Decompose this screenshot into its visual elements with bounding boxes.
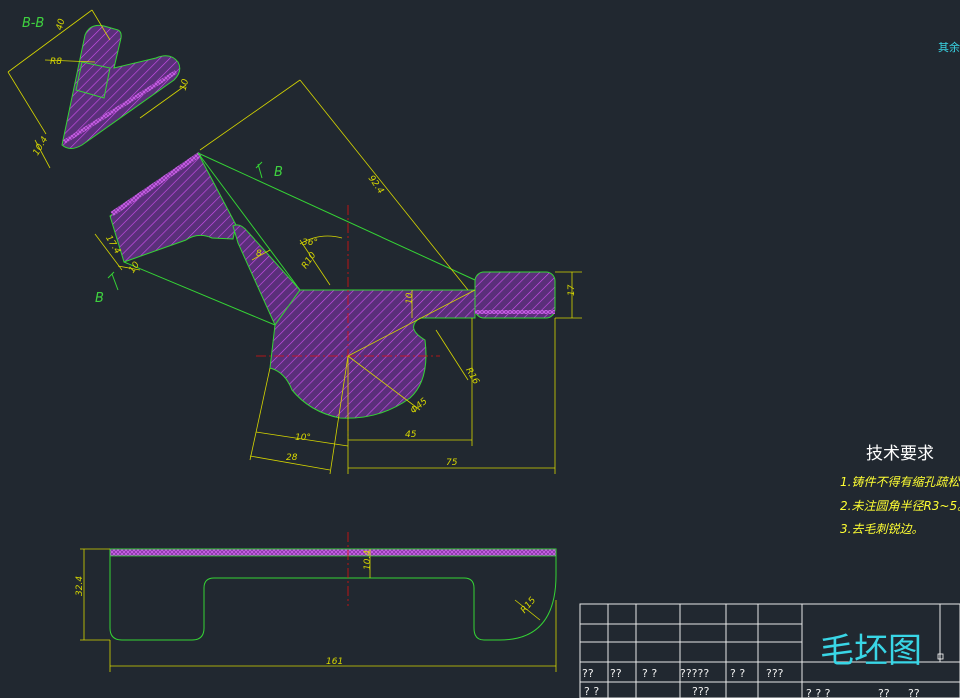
corner-note: 其余: [938, 40, 960, 54]
cad-canvas[interactable]: B-B 40 R8 10 10.4 B B 92.4 17.4 10 8 36°…: [0, 0, 960, 698]
tb-r1-c6: ???: [766, 667, 784, 680]
dim-r15: R15: [519, 595, 538, 615]
tb-r2-c3: ? ? ?: [806, 687, 831, 698]
dim-17: 17: [567, 284, 577, 296]
section-label: B-B: [22, 16, 44, 31]
tb-r1-c5: ? ?: [730, 667, 745, 680]
dim-10-4-bottom: 10.4: [363, 550, 373, 570]
section-bb-view: [7, 9, 187, 169]
drawing-svg: B-B 40 R8 10 10.4 B B 92.4 17.4 10 8 36°…: [7, 9, 960, 698]
tech-req-3: 3.去毛刺锐边。: [840, 522, 923, 536]
tb-r2-c2: ???: [692, 685, 710, 698]
tb-r2-c5: ??: [908, 687, 920, 698]
dim-section-r8: R8: [50, 57, 62, 67]
cut-mark-bottom: B: [95, 291, 104, 306]
tech-req-2: 2.未注圆角半径R3~5。: [840, 499, 960, 513]
dim-section-10: 10: [179, 78, 192, 92]
tech-requirements-title: 技术要求: [866, 444, 934, 464]
tb-r1-c4: ?????: [680, 667, 709, 680]
dim-161: 161: [326, 657, 343, 667]
dim-45: 45: [405, 430, 417, 440]
dim-36: 36°: [302, 238, 318, 248]
dim-phi45: Φ45: [409, 396, 430, 416]
tech-req-1: 1.铸件不得有缩孔疏松等缺: [840, 475, 960, 489]
tb-r1-c2: ??: [610, 667, 622, 680]
dim-section-10-4: 10.4: [32, 135, 51, 158]
drawing-name: 毛坯图: [820, 631, 922, 671]
dim-10-b: 10: [405, 292, 415, 304]
main-view: [94, 79, 582, 475]
tb-r1-c3: ? ?: [642, 667, 657, 680]
dim-28: 28: [286, 453, 298, 463]
dim-8: 8: [256, 249, 262, 259]
tb-r1-c1: ??: [582, 667, 594, 680]
dim-32-4: 32.4: [75, 576, 85, 596]
tb-r2-c1: ? ?: [584, 685, 599, 698]
dim-75: 75: [446, 458, 458, 468]
dim-line-92-4: [299, 79, 469, 291]
dim-10-a: 10: [127, 260, 142, 275]
dim-r10: R10: [300, 250, 319, 270]
side-view: [80, 532, 557, 672]
cut-mark-top: B: [274, 165, 283, 180]
dim-10-deg: 10°: [295, 433, 311, 443]
dim-92-4: 92.4: [366, 174, 386, 196]
tb-r2-c4: ??: [878, 687, 890, 698]
